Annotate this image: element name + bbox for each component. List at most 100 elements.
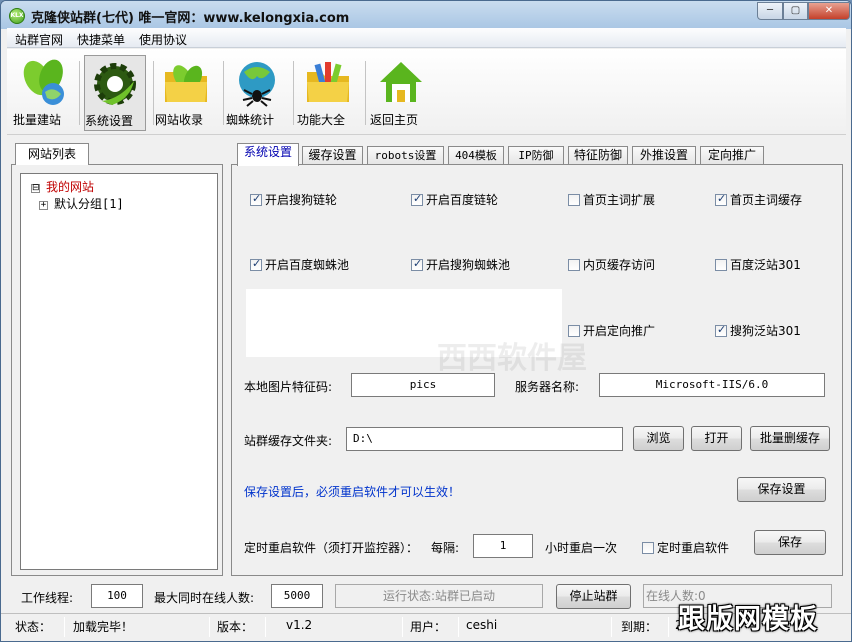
window-title: 克隆侠站群(七代) 唯一官网：www.kelongxia.com [31, 11, 350, 26]
checkbox-label: 开启百度蜘蛛池 [265, 258, 350, 272]
checkbox-box[interactable] [715, 192, 727, 206]
save-settings-button[interactable]: 保存设置 [737, 477, 826, 502]
collapse-icon[interactable]: ⊟ [31, 184, 40, 193]
tab-ip-defense[interactable]: IP防御 [508, 146, 564, 165]
status-text: 加载完毕！ [73, 620, 134, 634]
watermark-text: 西西软件屋 [437, 341, 587, 376]
status-separator [611, 617, 612, 637]
checkbox-box[interactable] [642, 542, 654, 554]
tool-label: 功能大全 [297, 113, 346, 127]
site-list-panel: ⊟ 我的网站 + 默认分组[1] [11, 164, 223, 576]
checkbox-scheduled-restart[interactable]: 定时重启软件 [642, 539, 729, 555]
tree-item-default-group[interactable]: + 默认分组[1] [39, 195, 124, 211]
tree-label: 默认分组[1] [54, 197, 124, 211]
spider-globe-icon [232, 58, 282, 108]
status-separator [402, 617, 403, 637]
cache-folder-label: 站群缓存文件夹: [244, 434, 333, 448]
checkbox-box[interactable] [715, 259, 727, 271]
tab-targeted-promotion[interactable]: 定向推广 [700, 146, 764, 165]
checkbox-box[interactable] [250, 192, 262, 206]
tab-404-template[interactable]: 404模板 [448, 146, 504, 165]
close-button[interactable]: ✕ [808, 2, 850, 20]
toolbar-separator [223, 61, 224, 125]
menu-shortcuts[interactable]: 快捷菜单 [77, 31, 125, 48]
batch-delete-cache-button[interactable]: 批量删缓存 [750, 426, 830, 451]
tab-site-list[interactable]: 网站列表 [15, 143, 89, 165]
checkbox-label: 搜狗泛站301 [730, 324, 801, 338]
tab-cache-settings[interactable]: 缓存设置 [302, 146, 363, 165]
menu-agreement[interactable]: 使用协议 [139, 31, 187, 48]
tab-robots-settings[interactable]: robots设置 [367, 146, 444, 165]
tool-home[interactable]: 返回主页 [370, 55, 432, 131]
tool-label: 系统设置 [85, 114, 134, 128]
tree-item-my-sites[interactable]: ⊟ 我的网站 [31, 178, 94, 194]
cache-folder-field[interactable]: D:\ [346, 427, 623, 451]
status-separator [668, 617, 669, 637]
max-online-field[interactable]: 5000 [271, 584, 323, 608]
toolbar-separator [293, 61, 294, 125]
restart-notice: 保存设置后，必须重启软件才可以生效！ [244, 485, 461, 499]
title-bar[interactable]: KLX 克隆侠站群(七代) 唯一官网：www.kelongxia.com ─ ▢… [1, 1, 851, 29]
checkbox-box[interactable] [715, 323, 727, 337]
checkbox-label: 首页主词扩展 [583, 193, 656, 207]
browse-button[interactable]: 浏览 [633, 426, 684, 451]
stop-sites-button[interactable]: 停止站群 [556, 584, 631, 609]
restart-hours-field[interactable]: 1 [473, 534, 533, 558]
tab-push-settings[interactable]: 外推设置 [632, 146, 696, 165]
tab-feature-defense[interactable]: 特征防御 [568, 146, 628, 165]
checkbox-inner-page-cache[interactable]: 内页缓存访问 [568, 256, 655, 272]
checkbox-label: 内页缓存访问 [583, 258, 656, 272]
checkbox-box[interactable] [411, 192, 423, 206]
tool-system-settings[interactable]: 系统设置 [84, 55, 146, 131]
menu-official-site[interactable]: 站群官网 [15, 31, 63, 48]
checkbox-sogou-link-wheel[interactable]: 开启搜狗链轮 [250, 191, 337, 207]
tool-label: 返回主页 [370, 113, 419, 127]
checkbox-label: 首页主词缓存 [730, 193, 803, 207]
checkbox-baidu-spider-pool[interactable]: 开启百度蜘蛛池 [250, 256, 349, 272]
interval-label: 每隔: [431, 541, 460, 555]
expand-icon[interactable]: + [39, 201, 48, 210]
system-settings-panel: 开启搜狗链轮 开启百度链轮 首页主词扩展 首页主词缓存 开启百度蜘蛛池 开启搜狗… [231, 164, 843, 576]
site-tree: ⊟ 我的网站 + 默认分组[1] [20, 173, 218, 570]
tool-site-index[interactable]: 网站收录 [155, 55, 217, 131]
tool-batch-build[interactable]: 批量建站 [13, 55, 75, 131]
toolbar: 批量建站 系统设置 网站收录 蜘蛛统计 功能大全 返回主页 [7, 49, 846, 135]
checkbox-targeted-promotion[interactable]: 开启定向推广 [568, 322, 655, 338]
checkbox-sogou-spider-pool[interactable]: 开启搜狗蜘蛛池 [411, 256, 510, 272]
server-name-label: 服务器名称: [515, 380, 580, 394]
status-separator [64, 617, 65, 637]
folder-leaves-icon [161, 58, 211, 108]
checkbox-label: 开启定向推广 [583, 324, 656, 338]
maximize-button[interactable]: ▢ [783, 2, 808, 20]
tool-spider-stats[interactable]: 蜘蛛统计 [226, 55, 288, 131]
threads-field[interactable]: 100 [91, 584, 143, 608]
tool-label: 网站收录 [155, 113, 204, 127]
threads-label: 工作线程: [21, 591, 74, 605]
checkbox-home-keyword-expand[interactable]: 首页主词扩展 [568, 191, 655, 207]
checkbox-box[interactable] [250, 257, 262, 271]
image-code-field[interactable]: pics [351, 373, 495, 397]
tab-system-settings[interactable]: 系统设置 [237, 143, 299, 166]
toolbar-separator [79, 61, 80, 125]
folder-color-icon [303, 58, 353, 108]
toolbar-separator [365, 61, 366, 125]
checkbox-box[interactable] [568, 325, 580, 337]
scheduled-restart-label: 定时重启软件（须打开监控器）： [244, 541, 419, 555]
checkbox-baidu-301[interactable]: 百度泛站301 [715, 256, 801, 272]
minimize-button[interactable]: ─ [757, 2, 783, 20]
server-name-field[interactable]: Microsoft-IIS/6.0 [599, 373, 825, 397]
checkbox-box[interactable] [411, 257, 423, 271]
checkbox-box[interactable] [568, 259, 580, 271]
tool-all-features[interactable]: 功能大全 [297, 55, 359, 131]
gear-leaf-icon [90, 59, 140, 109]
tool-label: 蜘蛛统计 [226, 113, 275, 127]
checkbox-home-keyword-cache[interactable]: 首页主词缓存 [715, 191, 802, 207]
save-button[interactable]: 保存 [754, 530, 826, 555]
checkbox-label: 开启搜狗链轮 [265, 193, 338, 207]
checkbox-sogou-301[interactable]: 搜狗泛站301 [715, 322, 801, 338]
run-status-button: 运行状态:站群已启动 [335, 584, 543, 608]
open-button[interactable]: 打开 [691, 426, 742, 451]
checkbox-baidu-link-wheel[interactable]: 开启百度链轮 [411, 191, 498, 207]
checkbox-label: 百度泛站301 [730, 258, 801, 272]
checkbox-box[interactable] [568, 194, 580, 206]
